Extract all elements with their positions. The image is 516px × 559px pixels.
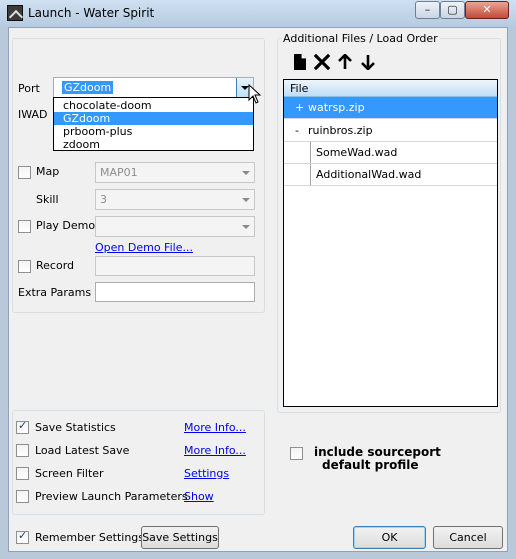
window-title: Launch - Water Spirit: [28, 6, 155, 20]
tree-row-somewad[interactable]: SomeWad.wad: [284, 142, 497, 164]
title-bar[interactable]: Launch - Water Spirit – ▢ ✕: [0, 0, 516, 27]
tree-row-label: SomeWad.wad: [316, 146, 398, 159]
play-demo-label: Play Demo: [36, 219, 96, 232]
app-icon: [7, 5, 23, 21]
save-statistics-more-info-link[interactable]: More Info...: [184, 421, 246, 434]
cancel-button[interactable]: Cancel: [433, 526, 503, 549]
load-latest-save-label: Load Latest Save: [35, 444, 130, 457]
save-settings-button[interactable]: Save Settings: [141, 526, 219, 549]
chevron-down-icon[interactable]: [237, 217, 254, 236]
skill-label: Skill: [36, 193, 59, 206]
arrow-up-icon[interactable]: [337, 54, 353, 70]
map-label: Map: [36, 165, 60, 178]
include-sourceport-checkbox[interactable]: [290, 447, 303, 460]
file-column-header[interactable]: File: [284, 80, 497, 97]
close-button[interactable]: ✕: [465, 1, 509, 19]
map-value: MAP01: [100, 166, 138, 179]
map-combobox[interactable]: MAP01: [95, 162, 255, 183]
chevron-down-icon[interactable]: [237, 163, 254, 182]
play-demo-combobox[interactable]: [95, 216, 255, 237]
arrow-down-icon[interactable]: [360, 54, 376, 70]
tree-row-additionalwad[interactable]: AdditionalWad.wad: [284, 164, 497, 186]
maximize-button[interactable]: ▢: [440, 1, 465, 19]
port-option-zdoom[interactable]: zdoom: [54, 138, 253, 151]
tree-row-label: watrsp.zip: [308, 101, 365, 114]
tree-guide-line: [310, 164, 311, 185]
file-tree[interactable]: File + watrsp.zip - ruinbros.zip SomeWad…: [283, 79, 498, 407]
save-statistics-checkbox[interactable]: [16, 419, 29, 434]
record-label: Record: [36, 259, 75, 272]
record-checkbox[interactable]: [18, 260, 31, 273]
skill-value: 3: [100, 193, 107, 206]
screen-filter-settings-link[interactable]: Settings: [184, 467, 229, 480]
files-group-label: Additional Files / Load Order: [281, 32, 440, 45]
collapse-icon[interactable]: -: [295, 124, 299, 137]
preview-launch-parameters-label: Preview Launch Parameters: [35, 490, 188, 503]
extra-params-label: Extra Params: [18, 286, 92, 299]
delete-icon[interactable]: [314, 54, 330, 70]
ok-button[interactable]: OK: [353, 526, 426, 549]
port-option-prboom-plus[interactable]: prboom-plus: [54, 125, 253, 138]
load-latest-save-more-info-link[interactable]: More Info...: [184, 444, 246, 457]
port-combobox[interactable]: GZdoom: [53, 77, 254, 98]
load-latest-save-checkbox[interactable]: [16, 444, 29, 457]
new-file-icon[interactable]: [292, 54, 308, 70]
save-statistics-label: Save Statistics: [35, 421, 116, 434]
tree-row-label: AdditionalWad.wad: [316, 168, 422, 181]
minimize-button[interactable]: –: [415, 1, 440, 19]
tree-guide-line: [310, 142, 311, 163]
mouse-cursor-icon: [248, 84, 262, 104]
port-option-gzdoom[interactable]: GZdoom: [54, 112, 253, 125]
skill-combobox[interactable]: 3: [95, 189, 255, 210]
expand-icon[interactable]: +: [295, 101, 304, 114]
include-sourceport-label: include sourceport: [314, 445, 441, 459]
port-dropdown-list[interactable]: chocolate-doom GZdoom prboom-plus zdoom: [53, 97, 254, 151]
preview-launch-parameters-checkbox[interactable]: [16, 490, 29, 503]
tree-row-watrsp[interactable]: + watrsp.zip: [284, 97, 497, 119]
include-sourceport-label-line2: default profile: [322, 458, 419, 472]
port-label: Port: [18, 82, 40, 95]
preview-launch-parameters-show-link[interactable]: Show: [184, 490, 214, 503]
screen-filter-label: Screen Filter: [35, 467, 104, 480]
remember-settings-checkbox[interactable]: [16, 529, 29, 544]
remember-settings-label: Remember Settings: [35, 531, 145, 544]
record-input[interactable]: [95, 256, 255, 276]
port-option-chocolate-doom[interactable]: chocolate-doom: [54, 99, 253, 112]
map-checkbox[interactable]: [18, 166, 31, 179]
open-demo-file-link[interactable]: Open Demo File...: [95, 241, 193, 254]
tree-row-ruinbros[interactable]: - ruinbros.zip: [284, 120, 497, 142]
tree-row-label: ruinbros.zip: [308, 124, 373, 137]
file-column-header-label: File: [290, 82, 309, 95]
port-selected-value: GZdoom: [62, 81, 114, 94]
chevron-down-icon[interactable]: [237, 190, 254, 209]
iwad-label: IWAD: [18, 108, 48, 121]
extra-params-input[interactable]: [95, 282, 255, 302]
screen-filter-checkbox[interactable]: [16, 467, 29, 480]
play-demo-checkbox[interactable]: [18, 220, 31, 233]
